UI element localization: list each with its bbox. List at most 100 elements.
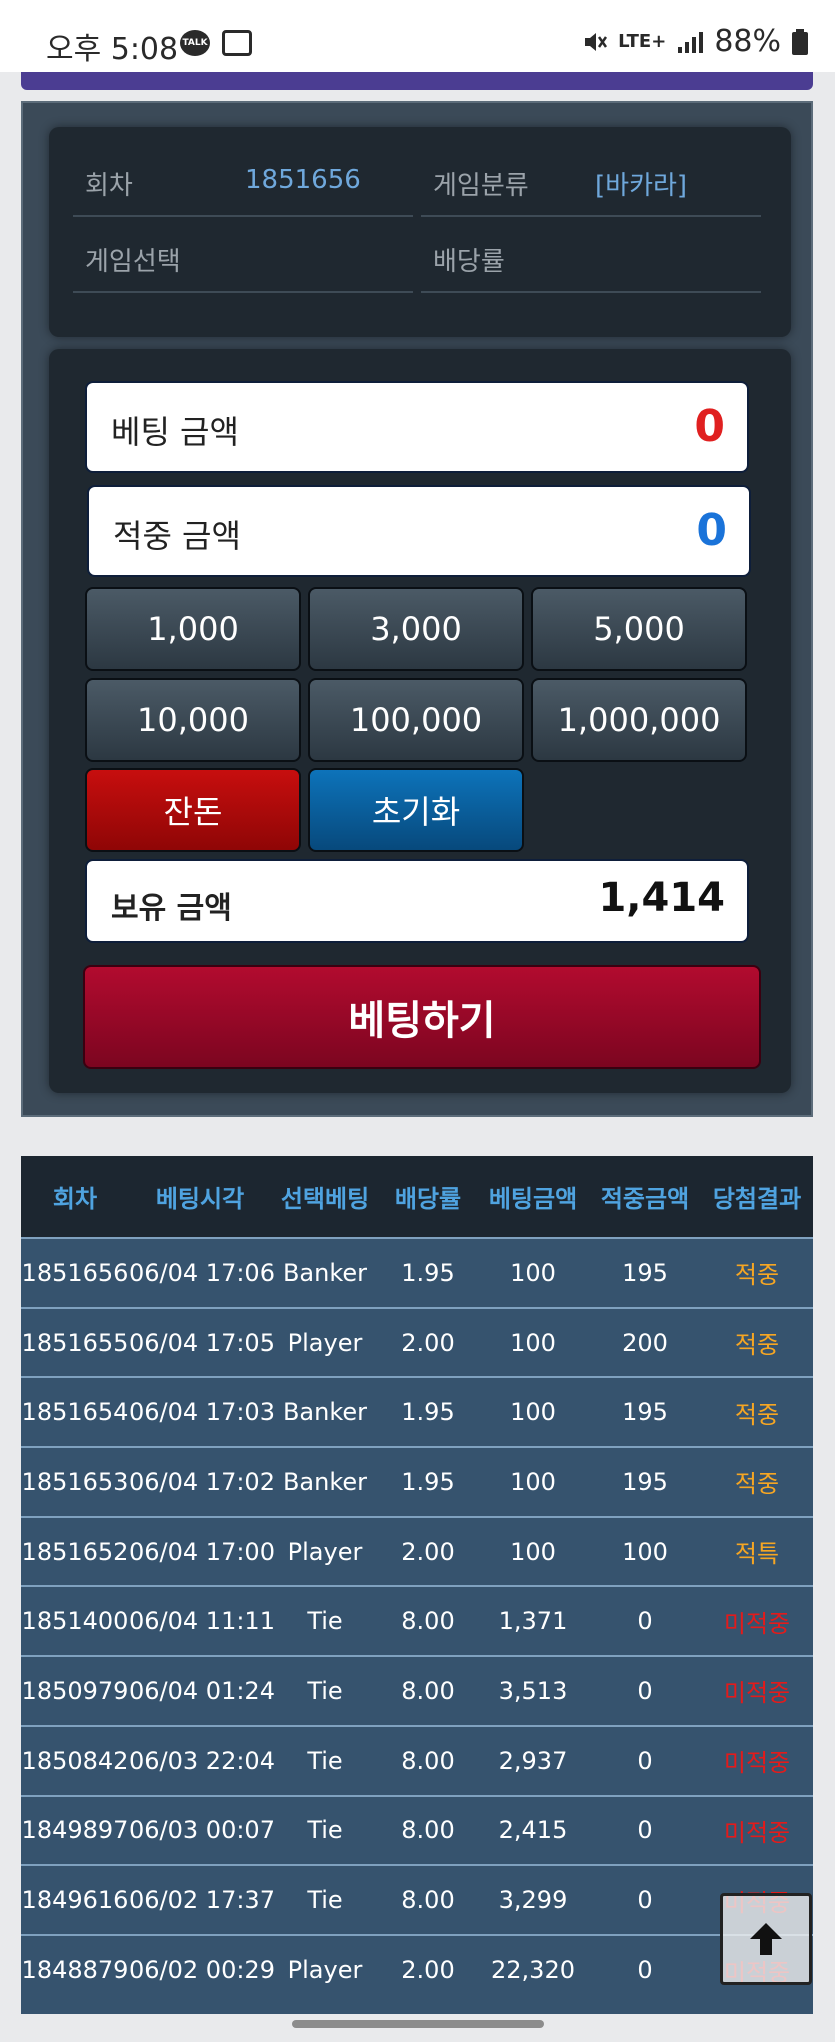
odds-label: 배당률 xyxy=(433,247,505,277)
cell-result: 미적중 xyxy=(723,1749,791,1778)
win-amount-value: 0 xyxy=(696,505,727,556)
table-row: 1849616 06/02 17:37 Tie 8.00 3,299 0 미적중 xyxy=(21,1865,813,1935)
cell-result: 적특 xyxy=(734,1540,780,1569)
chip-3000-button[interactable]: 3,000 xyxy=(308,587,524,671)
cell-round: 1851400 xyxy=(21,1607,129,1636)
game-info-box: 회차 1851656 게임분류 [바카라] 게임선택 배당률 xyxy=(49,127,791,337)
cell-bet-amount: 100 xyxy=(510,1398,556,1427)
cell-win-amount: 0 xyxy=(637,1607,653,1636)
cell-result: 적중 xyxy=(734,1470,780,1499)
change-button[interactable]: 잔돈 xyxy=(85,768,301,852)
cell-bet-amount: 3,513 xyxy=(498,1676,568,1705)
cell-selection: Player xyxy=(287,1956,363,1985)
cell-win-amount: 0 xyxy=(637,1816,653,1845)
cell-round: 1851652 xyxy=(21,1537,129,1566)
table-row: 1851652 06/04 17:00 Player 2.00 100 100 … xyxy=(21,1516,813,1587)
header-odds: 배당률 xyxy=(394,1185,462,1213)
cell-result: 적중 xyxy=(734,1331,780,1360)
cell-bet-time: 06/04 17:06 xyxy=(129,1258,275,1287)
header-strip xyxy=(21,72,813,90)
cell-odds: 8.00 xyxy=(401,1607,455,1636)
category-cell: 게임분류 [바카라] xyxy=(421,143,761,217)
table-row: 1851654 06/04 17:03 Banker 1.95 100 195 … xyxy=(21,1377,813,1447)
cell-win-amount: 195 xyxy=(622,1258,668,1287)
table-row: 1849897 06/03 00:07 Tie 8.00 2,415 0 미적중 xyxy=(21,1795,813,1866)
cell-bet-time: 06/03 22:04 xyxy=(129,1746,275,1775)
system-icons: LTE+ 88% xyxy=(582,24,809,59)
cell-odds: 8.00 xyxy=(401,1746,455,1775)
reset-button[interactable]: 초기화 xyxy=(308,768,524,852)
selection-cell: 게임선택 xyxy=(73,219,413,293)
header-bet-time: 베팅시각 xyxy=(155,1185,245,1213)
balance-field: 보유 금액 1,414 xyxy=(85,859,749,943)
cell-win-amount: 100 xyxy=(622,1537,668,1566)
bet-amount-field[interactable]: 베팅 금액 0 xyxy=(85,381,749,473)
bet-amount-value: 0 xyxy=(694,401,725,452)
cell-round: 1851656 xyxy=(21,1258,129,1287)
cell-selection: Tie xyxy=(307,1886,343,1915)
battery-percent: 88% xyxy=(714,24,781,59)
kakaotalk-icon: TALK xyxy=(180,30,210,56)
table-row: 1850979 06/04 01:24 Tie 8.00 3,513 0 미적중 xyxy=(21,1656,813,1726)
cell-odds: 2.00 xyxy=(401,1537,455,1566)
cell-bet-amount: 1,371 xyxy=(498,1607,568,1636)
cell-round: 1851654 xyxy=(21,1398,129,1427)
chip-1000000-button[interactable]: 1,000,000 xyxy=(531,678,747,762)
cell-odds: 8.00 xyxy=(401,1676,455,1705)
cell-win-amount: 195 xyxy=(622,1398,668,1427)
win-amount-field: 적중 금액 0 xyxy=(87,485,751,577)
cell-bet-amount: 3,299 xyxy=(498,1886,568,1915)
cell-result: 적중 xyxy=(734,1400,780,1429)
cell-selection: Tie xyxy=(307,1607,343,1636)
cell-bet-amount: 2,937 xyxy=(498,1746,568,1775)
voicemail-icon xyxy=(222,30,252,56)
round-value: 1851656 xyxy=(245,165,361,195)
cell-result: 미적중 xyxy=(723,1818,791,1847)
status-time: 오후 5:08 xyxy=(46,32,179,67)
cell-round: 1849616 xyxy=(21,1886,129,1915)
cell-win-amount: 0 xyxy=(637,1676,653,1705)
cell-selection: Player xyxy=(287,1328,363,1357)
chip-5000-button[interactable]: 5,000 xyxy=(531,587,747,671)
table-row: 1851653 06/04 17:02 Banker 1.95 100 195 … xyxy=(21,1447,813,1517)
home-indicator[interactable] xyxy=(292,2020,544,2028)
scroll-top-button[interactable] xyxy=(720,1893,812,1985)
table-row: 1851400 06/04 11:11 Tie 8.00 1,371 0 미적중 xyxy=(21,1586,813,1656)
cell-bet-time: 06/04 11:11 xyxy=(129,1607,275,1636)
header-bet-amount: 베팅금액 xyxy=(488,1185,578,1213)
cell-win-amount: 0 xyxy=(637,1956,653,1985)
cell-result: 미적중 xyxy=(723,1609,791,1638)
cell-win-amount: 0 xyxy=(637,1886,653,1915)
cell-bet-time: 06/04 17:02 xyxy=(129,1467,275,1496)
cell-odds: 2.00 xyxy=(401,1328,455,1357)
chip-10000-button[interactable]: 10,000 xyxy=(85,678,301,762)
mute-icon xyxy=(585,32,608,51)
chip-1000-button[interactable]: 1,000 xyxy=(85,587,301,671)
cell-odds: 1.95 xyxy=(401,1467,455,1496)
cell-bet-amount: 100 xyxy=(510,1537,556,1566)
place-bet-button[interactable]: 베팅하기 xyxy=(83,965,761,1069)
bet-history-table: 회차 베팅시각 선택베팅 배당률 베팅금액 적중금액 당첨결과 1851656 … xyxy=(21,1156,813,2014)
cell-bet-time: 06/04 17:03 xyxy=(129,1398,275,1427)
cell-selection: Tie xyxy=(307,1816,343,1845)
header-win-amount: 적중금액 xyxy=(600,1185,690,1213)
cell-bet-amount: 2,415 xyxy=(498,1816,568,1845)
cell-selection: Banker xyxy=(282,1398,368,1427)
cell-odds: 8.00 xyxy=(401,1886,455,1915)
cell-bet-time: 06/03 00:07 xyxy=(129,1816,275,1845)
cell-odds: 8.00 xyxy=(401,1816,455,1845)
balance-label: 보유 금액 xyxy=(111,891,232,926)
cell-win-amount: 195 xyxy=(622,1467,668,1496)
chip-100000-button[interactable]: 100,000 xyxy=(308,678,524,762)
header-result: 당첨결과 xyxy=(712,1185,802,1213)
arrow-up-icon xyxy=(750,1923,782,1955)
cell-bet-amount: 22,320 xyxy=(491,1956,575,1985)
odds-cell: 배당률 xyxy=(421,219,761,293)
table-row: 1850842 06/03 22:04 Tie 8.00 2,937 0 미적중 xyxy=(21,1725,813,1796)
table-row: 1848879 06/02 00:29 Player 2.00 22,320 0… xyxy=(21,1934,813,2005)
table-header-row: 회차 베팅시각 선택베팅 배당률 베팅금액 적중금액 당첨결과 xyxy=(21,1156,813,1238)
cell-bet-amount: 100 xyxy=(510,1258,556,1287)
battery-icon xyxy=(792,28,808,55)
cell-selection: Banker xyxy=(282,1467,368,1496)
bet-amount-label: 베팅 금액 xyxy=(111,413,239,451)
